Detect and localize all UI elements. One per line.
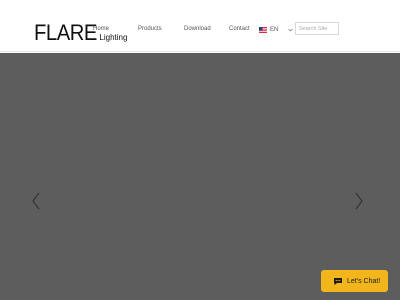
hero-slideshow	[0, 53, 400, 300]
chevron-down-icon	[288, 28, 294, 31]
language-code: EN	[270, 26, 279, 33]
nav-item-download[interactable]: Download	[184, 24, 211, 34]
chevron-left-icon[interactable]	[32, 192, 40, 210]
us-flag-icon	[259, 26, 267, 33]
chevron-right-icon[interactable]	[355, 192, 363, 210]
logo-subtitle: Lighting	[99, 33, 128, 42]
chat-button-label: Let's Chat!	[347, 277, 381, 285]
nav-item-products[interactable]: Products	[138, 24, 162, 34]
page: FLARE Lighting Home Products Download Co…	[0, 0, 400, 300]
site-logo[interactable]: FLARE Lighting	[34, 14, 127, 44]
nav-item-contact[interactable]: Contact	[229, 24, 250, 34]
logo-wordmark: FLARE	[34, 20, 97, 45]
language-selector[interactable]: EN	[259, 24, 294, 35]
nav-item-home[interactable]: Home	[93, 24, 109, 34]
chat-button[interactable]: Let's Chat!	[321, 270, 388, 292]
hero-slide	[8, 53, 392, 300]
search-input[interactable]	[295, 22, 339, 35]
site-header: FLARE Lighting Home Products Download Co…	[0, 0, 400, 52]
chat-bubble-icon	[334, 277, 342, 285]
